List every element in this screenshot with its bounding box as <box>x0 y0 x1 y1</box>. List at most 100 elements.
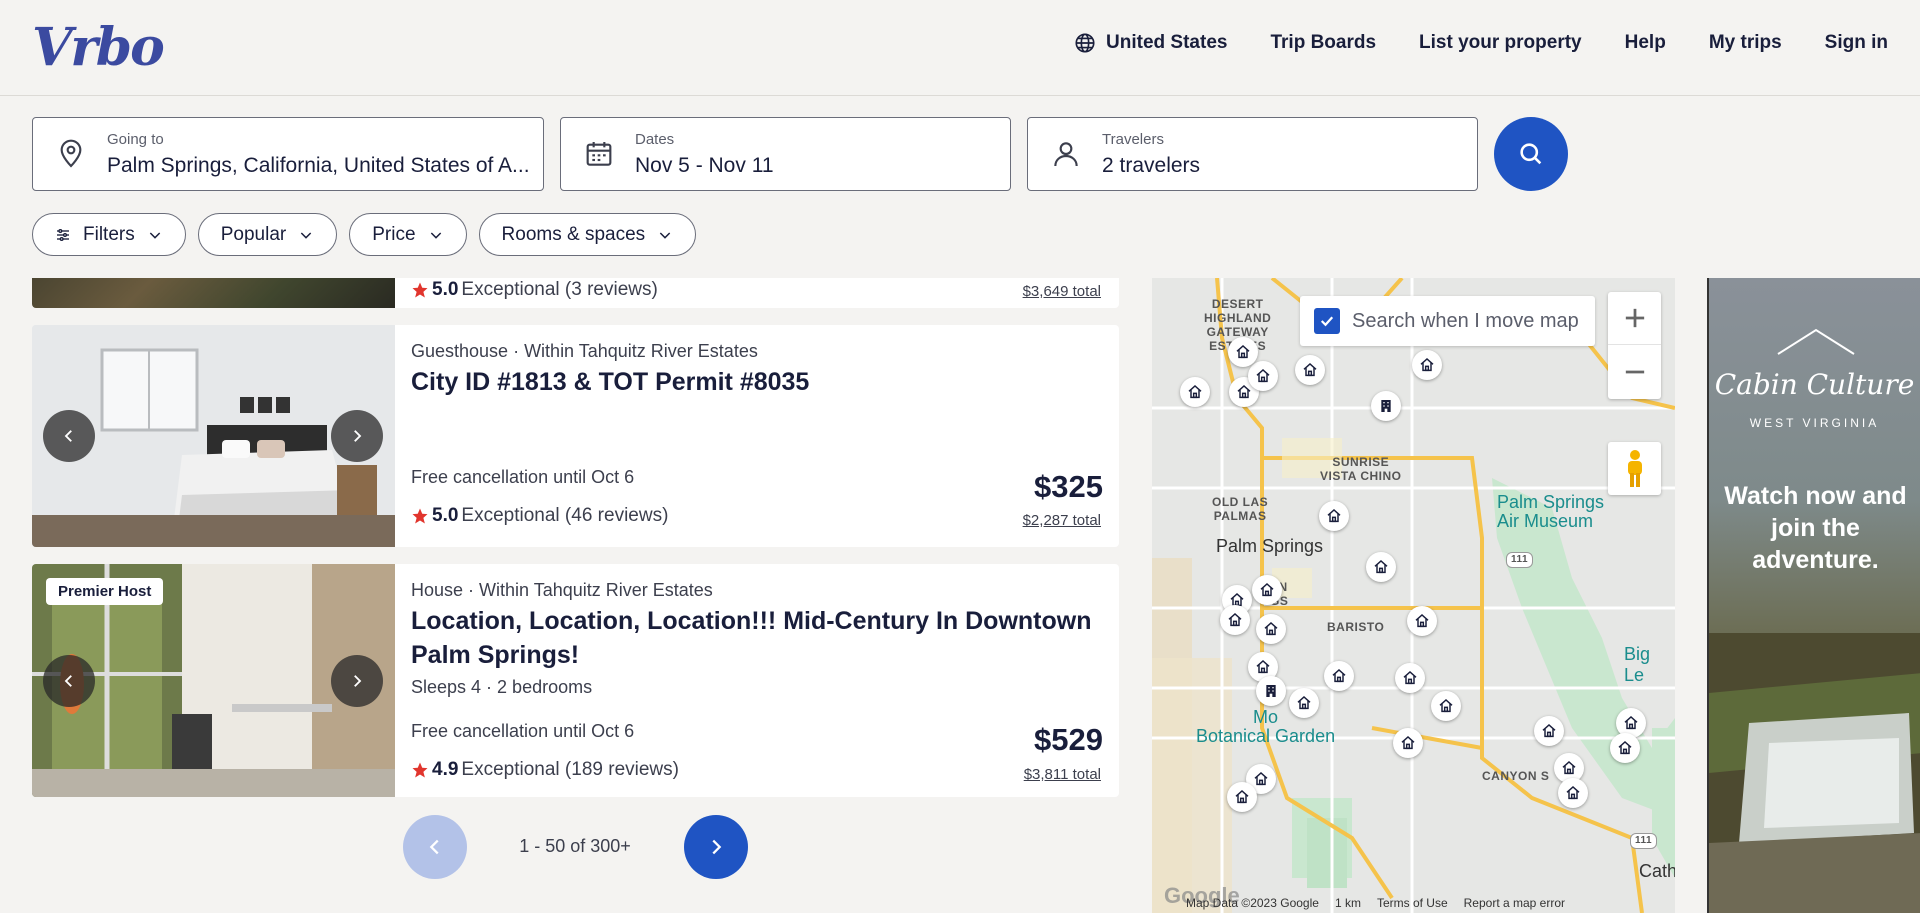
map-pin[interactable] <box>1395 663 1425 693</box>
zoom-out-button[interactable] <box>1608 345 1661 398</box>
map-pin[interactable] <box>1431 691 1461 721</box>
listing-title[interactable]: Location, Location, Location!!! Mid-Cent… <box>411 604 1111 672</box>
map-pin[interactable] <box>1558 778 1588 808</box>
cabin-culture-ad[interactable]: Cabin Culture WEST VIRGINIA Watch now an… <box>1707 278 1920 913</box>
map-pin[interactable] <box>1324 661 1354 691</box>
highway-111-shield: 111 <box>1630 833 1658 849</box>
house-icon <box>1297 696 1311 710</box>
map-pin[interactable] <box>1256 676 1286 706</box>
filters-chip[interactable]: Filters <box>32 213 186 256</box>
highway-111-shield: 111 <box>1506 552 1534 568</box>
prev-page-button[interactable] <box>403 815 467 879</box>
listing-price: $325 <box>1034 469 1103 504</box>
checkbox-checked[interactable] <box>1314 308 1340 334</box>
map-label-sunrise: SUNRISE VISTA CHINO <box>1320 455 1402 483</box>
house-icon <box>1235 790 1249 804</box>
listing-title[interactable]: City ID #1813 & TOT Permit #8035 <box>411 365 1111 399</box>
map-pin[interactable] <box>1180 377 1210 407</box>
listing-card[interactable]: Guesthouse · Within Tahquitz River Estat… <box>32 325 1119 547</box>
mountain-logo-icon <box>1777 328 1855 355</box>
listing-photo[interactable] <box>32 278 395 308</box>
house-icon <box>1256 369 1270 383</box>
listing-card[interactable]: 5.0 Exceptional (3 reviews) $3,649 total <box>32 278 1119 308</box>
check-icon <box>1320 316 1334 327</box>
map-pin[interactable] <box>1366 552 1396 582</box>
map-pin[interactable] <box>1252 575 1282 605</box>
map-pin[interactable] <box>1289 688 1319 718</box>
map-pin[interactable] <box>1228 337 1258 367</box>
map-pin[interactable] <box>1220 605 1250 635</box>
location-pin-icon <box>60 139 82 168</box>
nav-region[interactable]: United States <box>1074 32 1227 54</box>
nav-my-trips[interactable]: My trips <box>1709 32 1782 54</box>
nav-help[interactable]: Help <box>1625 32 1666 54</box>
listing-price: $529 <box>1034 722 1103 757</box>
results-map[interactable]: Search when I move map DESERT HIGHLAND GAT… <box>1152 278 1675 913</box>
travelers-value: 2 travelers <box>1102 154 1201 177</box>
house-icon <box>1415 614 1429 628</box>
nav-trip-boards[interactable]: Trip Boards <box>1270 32 1376 54</box>
nav-sign-in[interactable]: Sign in <box>1825 32 1888 54</box>
listing-card[interactable]: Premier Host House · Within Tahquitz Riv… <box>32 564 1119 797</box>
map-pin[interactable] <box>1534 716 1564 746</box>
premier-host-badge: Premier Host <box>46 578 164 605</box>
map-pin[interactable] <box>1256 614 1286 644</box>
search-on-move-checkbox[interactable]: Search when I move map <box>1300 296 1595 346</box>
map-pin[interactable] <box>1407 606 1437 636</box>
popular-chip[interactable]: Popular <box>197 213 338 256</box>
map-terms-link[interactable]: Terms of Use <box>1377 896 1448 910</box>
listing-rating: 4.9 Exceptional (189 reviews) <box>411 759 679 781</box>
calendar-icon <box>586 142 612 166</box>
house-icon <box>1439 699 1453 713</box>
photo-next-button[interactable] <box>331 655 383 707</box>
search-on-move-label: Search when I move map <box>1352 309 1579 332</box>
map-label-palm-springs: Palm Springs <box>1216 536 1324 556</box>
listing-cancellation: Free cancellation until Oct 6 <box>411 467 635 487</box>
listing-rating: 5.0 Exceptional (3 reviews) <box>411 279 658 301</box>
map-pin[interactable] <box>1412 350 1442 380</box>
map-pin[interactable] <box>1610 733 1640 763</box>
listing-total[interactable]: $3,811 total <box>1024 766 1101 783</box>
filter-bar: Filters Popular Price Rooms & spaces <box>32 213 697 256</box>
street-view-pegman[interactable] <box>1608 442 1661 495</box>
house-icon <box>1228 613 1242 627</box>
waterfall-image <box>1709 633 1920 913</box>
chevron-down-icon <box>301 231 312 239</box>
listing-total[interactable]: $2,287 total <box>1023 512 1101 529</box>
person-icon <box>1054 142 1078 167</box>
plus-icon <box>1625 308 1644 328</box>
map-pin[interactable] <box>1248 361 1278 391</box>
rating-score: 4.9 <box>432 759 459 780</box>
chevron-right-icon <box>712 839 722 855</box>
price-chip[interactable]: Price <box>349 213 467 256</box>
rating-text: Exceptional (46 reviews) <box>461 505 669 526</box>
map-label-baristo: BARISTO <box>1327 620 1385 634</box>
search-button[interactable] <box>1494 117 1568 191</box>
destination-field[interactable]: Going to Palm Springs, California, Unite… <box>32 117 544 191</box>
map-pin[interactable] <box>1371 391 1401 421</box>
listing-rating: 5.0 Exceptional (46 reviews) <box>411 505 668 527</box>
travelers-field[interactable]: Travelers 2 travelers <box>1027 117 1478 191</box>
rating-text: Exceptional (189 reviews) <box>461 759 679 780</box>
photo-prev-button[interactable] <box>43 410 95 462</box>
map-pin[interactable] <box>1393 728 1423 758</box>
house-icon <box>1566 786 1580 800</box>
map-label-cath: Cath <box>1639 861 1675 881</box>
photo-prev-button[interactable] <box>43 655 95 707</box>
listing-total[interactable]: $3,649 total <box>1023 283 1101 300</box>
zoom-in-button[interactable] <box>1608 292 1661 345</box>
dates-field[interactable]: Dates Nov 5 - Nov 11 <box>560 117 1011 191</box>
map-pin[interactable] <box>1319 501 1349 531</box>
photo-next-button[interactable] <box>331 410 383 462</box>
chevron-left-icon <box>429 839 439 855</box>
house-icon <box>1542 724 1556 738</box>
map-pin[interactable] <box>1227 782 1257 812</box>
map-pin[interactable] <box>1295 355 1325 385</box>
house-icon <box>1332 669 1346 683</box>
star-icon <box>412 508 428 524</box>
nav-list-property[interactable]: List your property <box>1419 32 1582 54</box>
vrbo-logo[interactable]: Vrbo <box>32 20 165 76</box>
rooms-spaces-chip[interactable]: Rooms & spaces <box>478 213 697 256</box>
next-page-button[interactable] <box>684 815 748 879</box>
map-report-link[interactable]: Report a map error <box>1464 896 1565 910</box>
